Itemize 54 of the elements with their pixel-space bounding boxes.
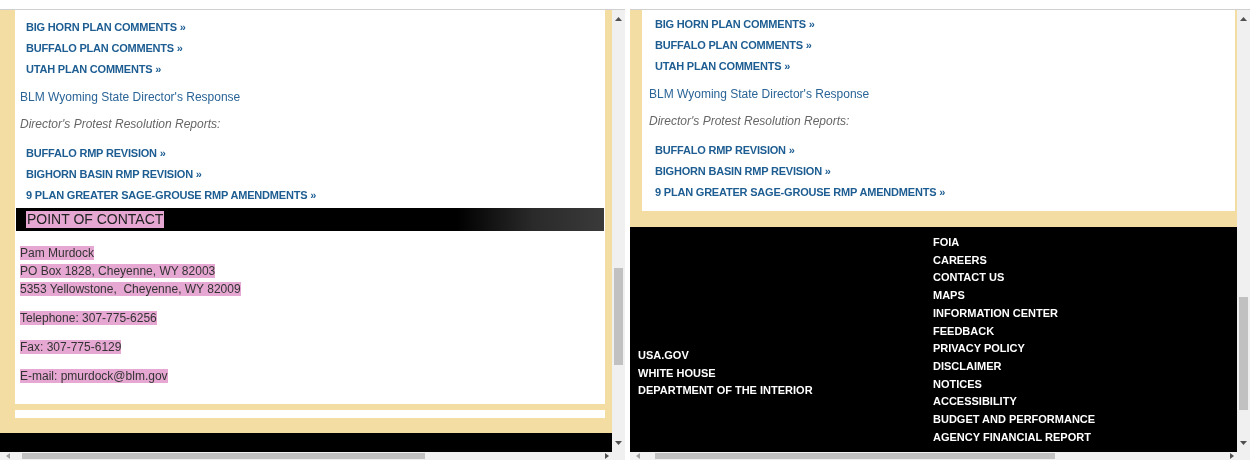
- footer-link[interactable]: PRIVACY POLICY: [933, 340, 1228, 358]
- scroll-up-arrow-icon[interactable]: [1240, 17, 1247, 21]
- scrollbar-thumb[interactable]: [22, 453, 425, 459]
- footer-link[interactable]: DISCLAIMER: [933, 357, 1228, 376]
- contact-heading: POINT OF CONTACT: [26, 211, 165, 228]
- footer-link[interactable]: AGENCY FINANCIAL REPORT: [933, 428, 1228, 447]
- report-link[interactable]: BUFFALO RMP REVISION »: [655, 140, 795, 161]
- comment-link[interactable]: BUFFALO PLAN COMMENTS »: [26, 38, 183, 59]
- footer-link[interactable]: INFORMATION CENTER: [933, 304, 1228, 323]
- vertical-scrollbar[interactable]: [612, 10, 625, 452]
- contact-text: Fax: 307-775-6129: [20, 340, 122, 354]
- footer-link[interactable]: FEEDBACK: [933, 322, 1228, 341]
- comment-link[interactable]: BIG HORN PLAN COMMENTS »: [26, 17, 186, 38]
- footer-link[interactable]: NOTICES: [933, 375, 1228, 394]
- protest-reports-label: Director's Protest Resolution Reports:: [20, 116, 221, 133]
- response-link[interactable]: BLM Wyoming State Director's Response: [649, 84, 870, 104]
- report-link[interactable]: BIGHORN BASIN RMP REVISION »: [26, 164, 202, 185]
- scrollbar-thumb[interactable]: [614, 268, 623, 365]
- vertical-scrollbar[interactable]: [1237, 10, 1250, 452]
- comment-link[interactable]: UTAH PLAN COMMENTS »: [26, 59, 162, 80]
- report-link[interactable]: BUFFALO RMP REVISION »: [26, 143, 166, 164]
- scroll-down-arrow-icon[interactable]: [1240, 441, 1247, 445]
- footer-link[interactable]: FOIA: [933, 234, 1228, 252]
- response-link[interactable]: BLM Wyoming State Director's Response: [20, 87, 241, 107]
- scrollbar-thumb[interactable]: [1239, 297, 1248, 410]
- footer-link[interactable]: MAPS: [933, 287, 1228, 305]
- protest-reports-label: Director's Protest Resolution Reports:: [649, 113, 850, 130]
- scroll-up-arrow-icon[interactable]: [615, 17, 622, 21]
- contact-text: E-mail: pmurdock@blm.gov: [20, 369, 168, 383]
- comment-link[interactable]: BIG HORN PLAN COMMENTS »: [655, 14, 815, 35]
- report-link[interactable]: 9 PLAN GREATER SAGE-GROUSE RMP AMENDMENTS »: [26, 185, 317, 206]
- comment-link[interactable]: UTAH PLAN COMMENTS »: [655, 56, 791, 77]
- scrollbar-thumb[interactable]: [655, 453, 1055, 459]
- footer-link[interactable]: BUDGET AND PERFORMANCE: [933, 411, 1228, 429]
- footer-link[interactable]: CONTACT US: [933, 269, 1228, 288]
- report-link[interactable]: BIGHORN BASIN RMP REVISION »: [655, 161, 831, 182]
- scroll-right-arrow-icon[interactable]: [605, 453, 609, 459]
- horizontal-scrollbar[interactable]: [630, 452, 1250, 460]
- contact-text: Pam Murdock: [20, 246, 95, 260]
- scroll-left-arrow-icon[interactable]: [636, 453, 640, 459]
- scroll-down-arrow-icon[interactable]: [615, 441, 622, 445]
- footer-link[interactable]: CAREERS: [933, 251, 1228, 270]
- contact-text: Telephone: 307-775-6256: [20, 311, 157, 325]
- report-link[interactable]: 9 PLAN GREATER SAGE-GROUSE RMP AMENDMENTS »: [655, 182, 946, 203]
- contact-text: PO Box 1828, Cheyenne, WY 82003: [20, 264, 216, 278]
- scroll-right-arrow-icon[interactable]: [1230, 453, 1234, 459]
- comment-link[interactable]: BUFFALO PLAN COMMENTS »: [655, 35, 812, 56]
- footer-link[interactable]: ACCESSIBILITY: [933, 393, 1228, 412]
- footer-link[interactable]: WHITE HOUSE: [638, 364, 933, 383]
- scroll-left-arrow-icon[interactable]: [6, 453, 10, 459]
- footer-link[interactable]: USA.GOV: [638, 346, 933, 365]
- contact-text: 5353 Yellowstone, Cheyenne, WY 82009: [20, 282, 241, 296]
- footer-link[interactable]: DEPARTMENT OF THE INTERIOR: [638, 382, 933, 400]
- horizontal-scrollbar[interactable]: [0, 452, 625, 460]
